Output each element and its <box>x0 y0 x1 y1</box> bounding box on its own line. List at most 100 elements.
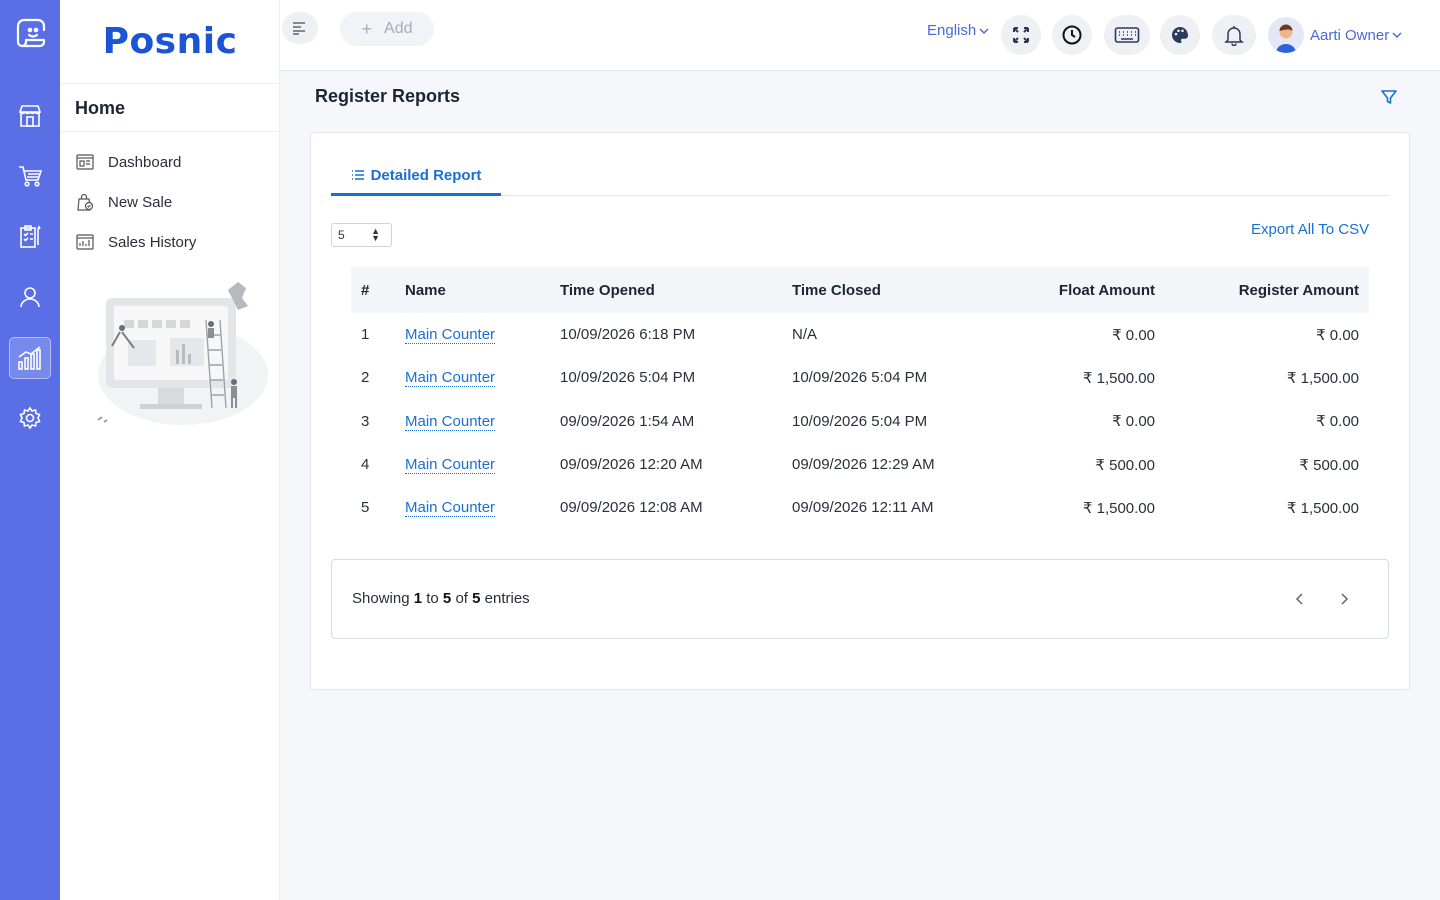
add-button[interactable]: + Add <box>340 12 434 46</box>
sidebar-item-sales-history[interactable]: Sales History <box>75 229 196 255</box>
cell-index: 4 <box>361 456 370 474</box>
summary-total: 5 <box>472 590 481 607</box>
cell-time-closed: 09/09/2026 12:11 AM <box>792 499 934 517</box>
cell-float-amount: ₹ 0.00 <box>1112 413 1155 431</box>
chevron-left-icon <box>1295 593 1303 605</box>
filter-button[interactable] <box>1380 88 1398 111</box>
fullscreen-button[interactable] <box>1001 15 1041 55</box>
keyboard-button[interactable] <box>1104 15 1150 55</box>
table-row: 3 Main Counter 09/09/2026 1:54 AM 10/09/… <box>351 400 1369 443</box>
chevron-down-icon <box>979 27 989 34</box>
language-selector[interactable]: English <box>927 22 990 39</box>
register-link[interactable]: Main Counter <box>405 412 496 431</box>
cell-time-opened: 10/09/2026 5:04 PM <box>560 369 696 387</box>
register-table: # Name Time Opened Time Closed Float Amo… <box>351 267 1369 529</box>
keyboard-icon <box>1114 27 1140 43</box>
summary-suffix: entries <box>484 590 530 607</box>
brand-logo[interactable]: Posnic <box>60 0 280 84</box>
plus-icon: + <box>361 18 373 39</box>
page-size-select[interactable]: 5 ▲ ▼ <box>331 223 392 247</box>
sidebar: Posnic Home Dashboard New Sale Sales His… <box>60 0 280 900</box>
user-avatar-icon <box>1268 17 1304 53</box>
theme-button[interactable] <box>1160 15 1200 55</box>
export-csv-link[interactable]: Export All To CSV <box>1251 221 1369 238</box>
table-footer: Showing 1 to 5 of 5 entries <box>331 559 1389 639</box>
cell-time-closed: 10/09/2026 5:04 PM <box>792 369 928 387</box>
register-link[interactable]: Main Counter <box>405 499 496 518</box>
cell-name: Main Counter <box>395 443 550 486</box>
sidebar-item-label: Sales History <box>108 233 197 251</box>
summary-to: 5 <box>442 590 452 607</box>
col-header-time-opened[interactable]: Time Opened <box>550 267 782 313</box>
cell-time-opened: 09/09/2026 12:08 AM <box>560 499 703 517</box>
dashboard-icon <box>76 154 94 170</box>
rail-clipboard-icon[interactable] <box>10 217 50 257</box>
menu-icon <box>293 22 305 35</box>
rail-settings-icon[interactable] <box>10 398 50 438</box>
cell-register-amount: ₹ 0.00 <box>1316 326 1359 344</box>
page-title: Register Reports <box>315 86 461 106</box>
cell-name: Main Counter <box>395 356 550 399</box>
sidebar-item-dashboard[interactable]: Dashboard <box>75 149 181 175</box>
register-link[interactable]: Main Counter <box>405 326 496 345</box>
table-row: 2 Main Counter 10/09/2026 5:04 PM 10/09/… <box>351 356 1369 399</box>
rail-cart-icon[interactable] <box>10 156 50 196</box>
fullscreen-icon <box>1013 27 1029 43</box>
summary-from: 1 <box>413 590 423 607</box>
col-header-float-amount[interactable]: Float Amount <box>982 267 1165 313</box>
cell-float-amount: ₹ 0.00 <box>1112 326 1155 344</box>
summary-of-word: of <box>455 590 468 607</box>
rail-chart-icon[interactable] <box>9 337 51 379</box>
cell-index: 3 <box>361 412 370 430</box>
list-icon <box>351 170 364 180</box>
col-header-hash[interactable]: # <box>351 267 395 313</box>
topbar: + Add English Aarti Owner <box>280 0 1440 71</box>
cell-time-closed: N/A <box>792 326 818 344</box>
sidebar-item-new-sale[interactable]: New Sale <box>75 189 172 215</box>
table-row: 4 Main Counter 09/09/2026 12:20 AM 09/09… <box>351 443 1369 486</box>
register-link[interactable]: Main Counter <box>405 369 496 388</box>
language-label: English <box>927 22 977 39</box>
report-card: Detailed Report 5 ▲ ▼ Export All To CSV #… <box>310 132 1410 690</box>
entries-summary: Showing 1 to 5 of 5 entries <box>352 590 530 607</box>
register-link[interactable]: Main Counter <box>405 456 496 475</box>
tab-detailed-report[interactable]: Detailed Report <box>331 157 501 196</box>
cell-register-amount: ₹ 500.00 <box>1299 456 1359 474</box>
rail-user-icon[interactable] <box>10 277 50 317</box>
page-size-value: 5 <box>338 228 345 242</box>
table-row: 5 Main Counter 09/09/2026 12:08 AM 09/09… <box>351 486 1369 529</box>
prev-page-button[interactable] <box>1290 588 1310 610</box>
cell-register-amount: ₹ 1,500.00 <box>1286 499 1359 517</box>
brand-name: Posnic <box>102 21 238 62</box>
rail-store-icon[interactable] <box>10 96 50 136</box>
col-header-register-amount[interactable]: Register Amount <box>1165 267 1369 313</box>
col-header-time-closed[interactable]: Time Closed <box>782 267 982 313</box>
user-menu[interactable]: Aarti Owner <box>1268 17 1403 53</box>
next-page-button[interactable] <box>1334 588 1354 610</box>
clock-button[interactable] <box>1052 15 1092 55</box>
menu-toggle-button[interactable] <box>282 12 318 44</box>
cell-index: 5 <box>361 499 370 517</box>
cell-register-amount: ₹ 0.00 <box>1316 413 1359 431</box>
cell-index: 2 <box>361 369 370 387</box>
new-sale-icon <box>77 193 94 211</box>
sidebar-item-label: Dashboard <box>108 153 182 171</box>
cell-name: Main Counter <box>395 486 550 529</box>
bell-icon <box>1224 26 1244 46</box>
table-row: 1 Main Counter 10/09/2026 6:18 PM N/A ₹ … <box>351 313 1369 356</box>
user-name: Aarti Owner <box>1310 26 1390 44</box>
notifications-button[interactable] <box>1212 15 1256 55</box>
cell-time-opened: 09/09/2026 12:20 AM <box>560 456 703 474</box>
cell-name: Main Counter <box>395 400 550 443</box>
cell-index: 1 <box>361 326 370 344</box>
summary-prefix: Showing <box>352 590 410 607</box>
app-logo-icon[interactable] <box>10 12 50 52</box>
palette-icon <box>1172 27 1188 43</box>
col-header-name[interactable]: Name <box>395 267 550 313</box>
table-header-row: # Name Time Opened Time Closed Float Amo… <box>351 267 1369 313</box>
sidebar-section-title: Home <box>75 98 126 118</box>
chevron-down-icon <box>1392 32 1402 39</box>
cell-float-amount: ₹ 500.00 <box>1095 456 1155 474</box>
filter-icon <box>1381 90 1397 104</box>
cell-name: Main Counter <box>395 313 550 356</box>
